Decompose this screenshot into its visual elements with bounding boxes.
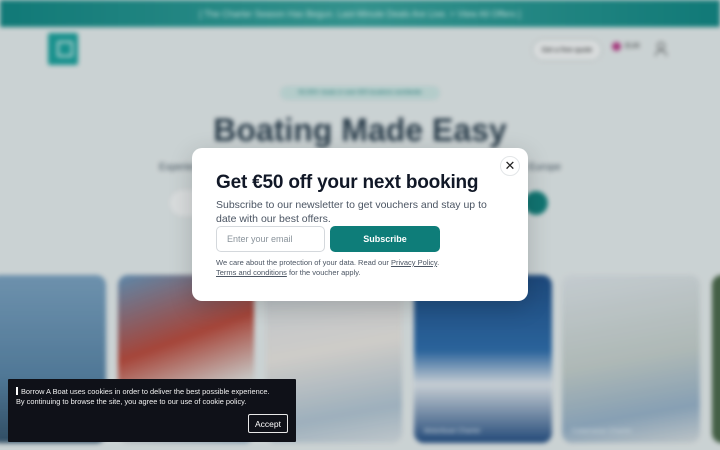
subscribe-button[interactable]: Subscribe bbox=[330, 226, 440, 252]
modal-title: Get €50 off your next booking bbox=[216, 172, 479, 193]
accept-cookies-button[interactable]: Accept bbox=[248, 414, 288, 433]
note-mid: . bbox=[437, 258, 440, 267]
note-prefix: We care about the protection of your dat… bbox=[216, 258, 391, 267]
modal-description: Subscribe to our newsletter to get vouch… bbox=[216, 199, 487, 225]
privacy-policy-link[interactable]: Privacy Policy bbox=[391, 258, 437, 267]
cookie-message: Borrow A Boat uses cookies in order to d… bbox=[16, 387, 292, 407]
privacy-note: We care about the protection of your dat… bbox=[216, 258, 516, 278]
cookie-marker bbox=[16, 387, 18, 395]
cookie-line-2: By continuing to browse the site, you ag… bbox=[16, 397, 247, 406]
email-field[interactable] bbox=[216, 226, 325, 252]
close-icon[interactable]: ✕ bbox=[500, 156, 520, 176]
cookie-banner: Borrow A Boat uses cookies in order to d… bbox=[8, 379, 296, 442]
newsletter-modal: ✕ Get €50 off your next booking Subscrib… bbox=[192, 148, 528, 301]
terms-link[interactable]: Terms and conditions bbox=[216, 268, 287, 277]
note-suffix: for the voucher apply. bbox=[286, 268, 361, 277]
cookie-line-1: Borrow A Boat uses cookies in order to d… bbox=[21, 387, 270, 396]
